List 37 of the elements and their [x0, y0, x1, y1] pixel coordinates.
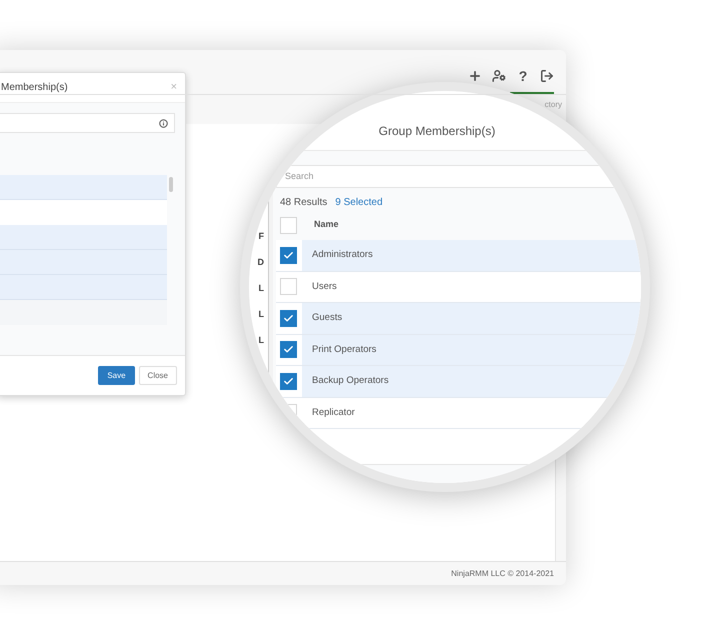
- modal-title: Membership(s): [1, 81, 68, 95]
- info-icon: [159, 118, 168, 128]
- scrollbar-thumb[interactable]: [169, 177, 173, 192]
- field-label: F: [258, 231, 264, 241]
- check-icon: [283, 312, 294, 324]
- search-field[interactable]: [0, 113, 175, 133]
- field-label: L: [258, 283, 264, 293]
- search-input[interactable]: Search: [285, 170, 485, 184]
- check-icon: [283, 344, 294, 356]
- dialog-title: Group Membership(s): [378, 123, 496, 140]
- field-label: L: [258, 309, 264, 319]
- plus-icon[interactable]: [468, 69, 482, 83]
- list-row[interactable]: [0, 175, 167, 200]
- checkbox[interactable]: [280, 246, 297, 264]
- selected-count-link[interactable]: 9 Selected: [335, 194, 383, 210]
- active-tab-indicator: [510, 92, 554, 94]
- close-button[interactable]: Close: [138, 366, 177, 385]
- checkbox[interactable]: [280, 341, 297, 358]
- column-header: Name: [314, 218, 339, 232]
- logout-icon[interactable]: [540, 69, 554, 83]
- help-icon[interactable]: ?: [518, 69, 528, 83]
- list-row[interactable]: [0, 200, 167, 225]
- group-row[interactable]: Administrators: [302, 240, 641, 270]
- check-icon: [283, 250, 294, 261]
- field-label: L: [258, 335, 264, 345]
- copyright-text: NinjaRMM LLC © 2014-2021: [451, 568, 554, 580]
- check-icon: [283, 376, 294, 387]
- save-button[interactable]: Save: [98, 366, 135, 385]
- checkbox[interactable]: [280, 310, 297, 327]
- list-row[interactable]: [0, 225, 167, 250]
- results-count: 48 Results: [280, 196, 328, 210]
- list-row[interactable]: [0, 250, 167, 275]
- group-row[interactable]: Guests: [302, 303, 641, 334]
- checkbox[interactable]: [280, 372, 297, 390]
- user-settings-icon[interactable]: [492, 69, 506, 83]
- list-row[interactable]: [0, 275, 167, 300]
- field-label: D: [258, 257, 264, 267]
